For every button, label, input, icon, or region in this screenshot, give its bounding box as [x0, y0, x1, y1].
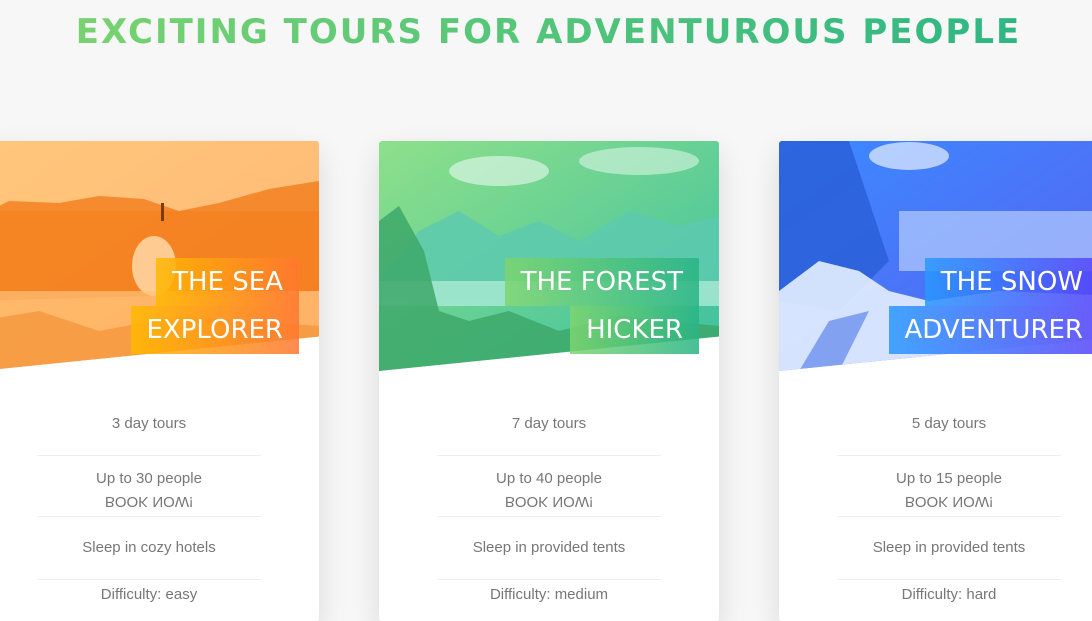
- tour-card-forest-hicker[interactable]: THE FOREST HICKER 7 day tours Up to 40 p…: [379, 141, 719, 621]
- detail-group-size: Up to 15 people: [896, 470, 1002, 486]
- tour-card-snow-adventurer[interactable]: THE SNOW ADVENTURER 5 day tours Up to 15…: [779, 141, 1092, 621]
- book-now-button[interactable]: BOOK NOW!: [37, 486, 261, 517]
- book-now-button[interactable]: BOOK NOW!: [437, 486, 661, 517]
- card-details: 5 day tours Up to 15 people BOOK NOW! Sl…: [837, 409, 1061, 621]
- detail-accommodation: Sleep in provided tents: [837, 533, 1061, 580]
- tour-card-sea-explorer[interactable]: THE SEA EXPLORER 3 day tours Up to 30 pe…: [0, 141, 319, 621]
- detail-difficulty: Difficulty: easy: [37, 580, 261, 621]
- card-details: 3 day tours Up to 30 people BOOK NOW! Sl…: [37, 409, 261, 621]
- card-title-line2: EXPLORER: [130, 306, 299, 354]
- detail-duration: 3 day tours: [37, 409, 261, 456]
- detail-group-size: Up to 30 people: [96, 470, 202, 486]
- book-now-button[interactable]: BOOK NOW!: [837, 486, 1061, 517]
- detail-difficulty: Difficulty: medium: [437, 580, 661, 621]
- card-title-line1: THE SEA: [156, 258, 299, 306]
- section-heading: EXCITING TOURS FOR ADVENTUROUS PEOPLE: [0, 12, 1092, 52]
- detail-group-size: Up to 40 people: [496, 470, 602, 486]
- card-title: THE SEA EXPLORER: [130, 258, 299, 354]
- card-title-line1: THE FOREST: [504, 258, 699, 306]
- card-title-line2: ADVENTURER: [888, 306, 1092, 354]
- detail-accommodation: Sleep in provided tents: [437, 533, 661, 580]
- detail-duration: 5 day tours: [837, 409, 1061, 456]
- card-title-line1: THE SNOW: [924, 258, 1092, 306]
- detail-difficulty: Difficulty: hard: [837, 580, 1061, 621]
- detail-duration: 7 day tours: [437, 409, 661, 456]
- card-details: 7 day tours Up to 40 people BOOK NOW! Sl…: [437, 409, 661, 621]
- detail-accommodation: Sleep in cozy hotels: [37, 533, 261, 580]
- card-title-line2: HICKER: [570, 306, 699, 354]
- card-title: THE FOREST HICKER: [504, 258, 699, 354]
- card-title: THE SNOW ADVENTURER: [888, 258, 1092, 354]
